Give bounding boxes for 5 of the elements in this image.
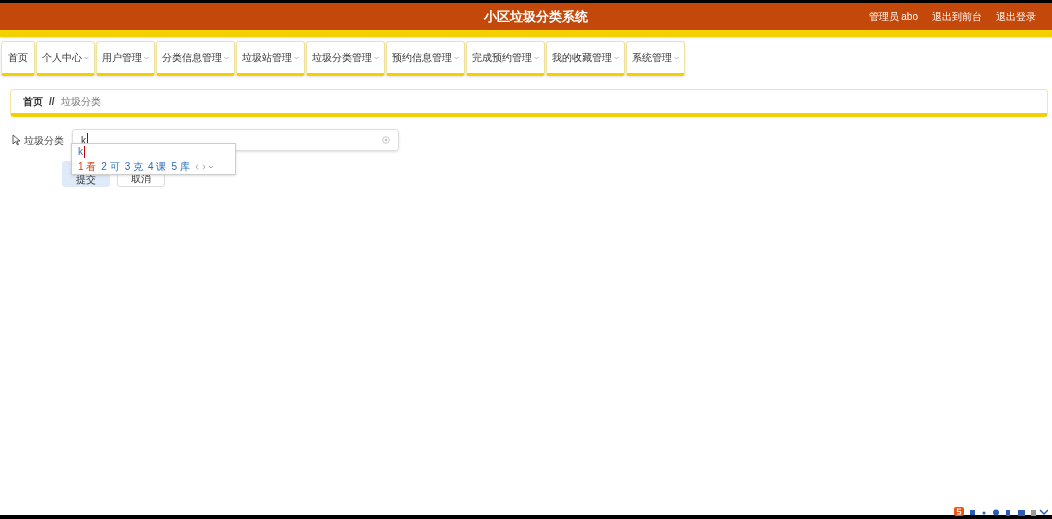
ime-composition: k [78,146,85,158]
app-title: 小区垃圾分类系统 [484,7,588,26]
breadcrumb-separator: // [49,95,55,109]
breadcrumb-item: 垃圾分类 [60,95,101,109]
field-label: 垃圾分类 [24,133,65,148]
